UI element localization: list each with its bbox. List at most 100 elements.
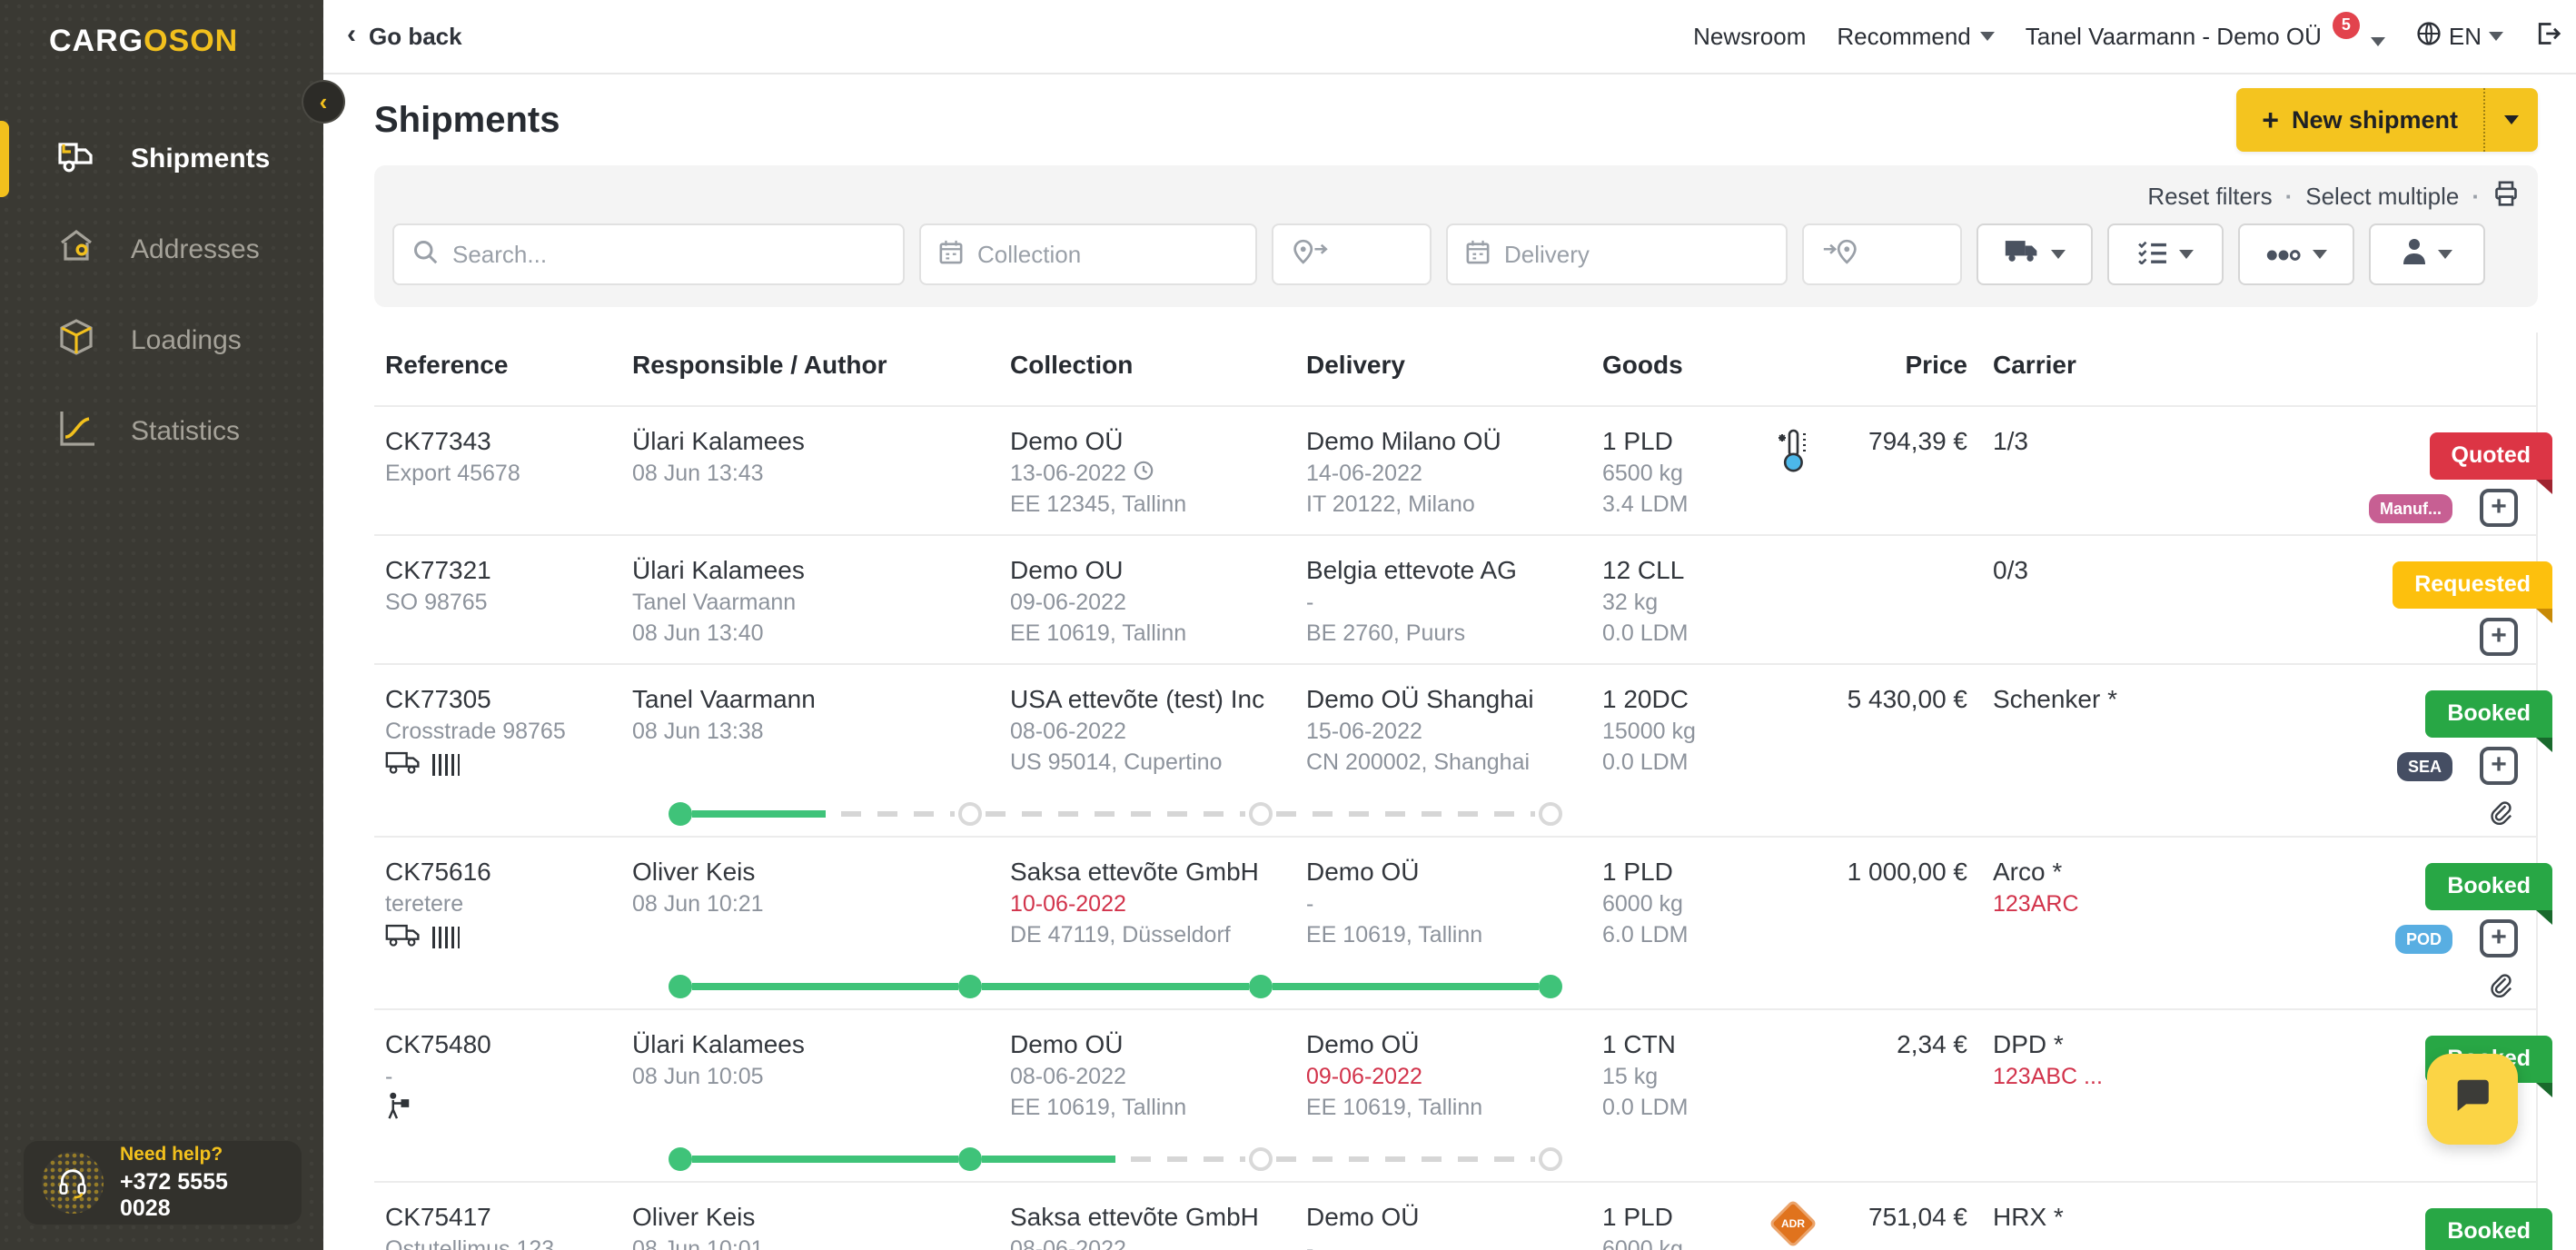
cell-carrier: 1/3 (1967, 425, 2182, 520)
user-menu[interactable]: Tanel Vaarmann - Demo OÜ 5 (2026, 23, 2385, 51)
page-head: Shipments + New shipment (374, 89, 2538, 151)
collection-address: EE 10619, Tallinn (1010, 1092, 1295, 1123)
logout-icon[interactable] (2534, 21, 2561, 53)
delivery-date: - (1306, 587, 1591, 618)
expand-row-button[interactable]: + (2480, 919, 2518, 957)
delivery-date-input[interactable] (1504, 241, 1768, 269)
delivery-date: - (1306, 888, 1591, 919)
notification-badge[interactable]: 5 (2333, 12, 2360, 39)
col-header-reference: Reference (374, 351, 621, 380)
sidebar-item-addresses[interactable]: Addresses (0, 204, 323, 295)
table-row[interactable]: CK77305 Crosstrade 98765 (374, 663, 2536, 836)
select-multiple-link[interactable]: Select multiple (2305, 183, 2459, 211)
page-title: Shipments (374, 100, 560, 141)
new-shipment-button[interactable]: + New shipment (2236, 88, 2483, 152)
paperclip-icon[interactable] (2489, 972, 2514, 1010)
reference[interactable]: CK77321 (385, 554, 621, 587)
reference[interactable]: CK77305 (385, 683, 621, 716)
newsroom-link[interactable]: Newsroom (1693, 23, 1806, 51)
reference[interactable]: CK75616 (385, 856, 621, 888)
cell-goods: 1 PLD 6000 kg 6.0 LDM (1591, 1201, 1748, 1250)
tag-badge[interactable]: POD (2395, 925, 2452, 954)
new-shipment-dropdown-toggle[interactable] (2483, 88, 2538, 152)
tag-badge[interactable]: Manuf... (2369, 494, 2452, 523)
reference[interactable]: CK75417 (385, 1201, 621, 1234)
expand-row-button[interactable]: + (2480, 618, 2518, 656)
sidebar-item-shipments[interactable]: Shipments (0, 114, 323, 204)
collection-location-field[interactable] (1272, 223, 1432, 285)
pin-arrow-right-icon (1292, 238, 1328, 272)
paperclip-icon[interactable] (2489, 799, 2514, 838)
mode-filter-dropdown[interactable] (2238, 223, 2354, 285)
col-header-price: Price (1828, 351, 1967, 380)
print-icon[interactable] (2492, 181, 2520, 213)
col-header-collection: Collection (999, 351, 1295, 380)
tag-badge[interactable]: SEA (2397, 752, 2452, 781)
delivery-name: Demo OÜ (1306, 1028, 1591, 1061)
delivery-date-field (1446, 223, 1788, 285)
app-root: CARGOSON Shipments (0, 0, 2576, 1250)
user-filter-dropdown[interactable] (2369, 223, 2485, 285)
created-at: 08 Jun 10:21 (632, 888, 999, 919)
status-badge[interactable]: Booked (2425, 690, 2552, 738)
table-row[interactable]: CK75417 Ostutellimus 123 (374, 1181, 2536, 1250)
search-input[interactable] (452, 241, 885, 269)
delivery-location-field[interactable] (1802, 223, 1962, 285)
goods-weight: 6000 kg (1602, 888, 1748, 919)
goods-ldm: 0.0 LDM (1602, 618, 1748, 649)
reference[interactable]: CK77343 (385, 425, 621, 458)
help-box[interactable]: Need help? +372 5555 0028 (24, 1141, 302, 1225)
table-row[interactable]: CK75616 teretere (374, 836, 2536, 1008)
reference[interactable]: CK75480 (385, 1028, 621, 1061)
status-badge[interactable]: Requested (2393, 561, 2552, 609)
go-back-button[interactable]: ‹ Go back (347, 23, 462, 51)
goods-ldm: 0.0 LDM (1602, 1092, 1748, 1123)
cell-price: 2,34 € (1828, 1028, 1967, 1123)
carrier: Schenker * (1993, 683, 2182, 716)
cell-status: Requested + (2182, 554, 2536, 649)
barcode-icon (432, 754, 460, 776)
reference-secondary: - (385, 1061, 621, 1092)
status-badge[interactable]: Booked (2425, 1208, 2552, 1250)
help-title: Need help? (120, 1144, 283, 1166)
carrier-reference[interactable]: 123ARC (1993, 888, 2182, 919)
status-badge[interactable]: Quoted (2430, 432, 2553, 480)
responsible: Ülari Kalamees (632, 1028, 999, 1061)
responsible: Ülari Kalamees (632, 554, 999, 587)
collection-date: 08-06-2022 (1010, 1061, 1295, 1092)
separator-dot: · (2472, 183, 2480, 211)
reset-filters-link[interactable]: Reset filters (2147, 183, 2272, 211)
recommend-menu[interactable]: Recommend (1837, 23, 1994, 51)
progress-dot (1539, 802, 1562, 826)
progress-segment (982, 974, 1248, 999)
sidebar-collapse-button[interactable]: ‹ (303, 82, 343, 122)
collection-date-alert: 10-06-2022 (1010, 888, 1295, 919)
cell-carrier: Arco * 123ARC (1967, 856, 2182, 950)
responsible: Ülari Kalamees (632, 425, 999, 458)
brand-logo[interactable]: CARGOSON (0, 0, 323, 59)
expand-row-button[interactable]: + (2480, 489, 2518, 527)
goods-qty: 1 PLD (1602, 856, 1748, 888)
status-badge[interactable]: Booked (2425, 863, 2552, 910)
chat-button[interactable] (2427, 1054, 2518, 1145)
cell-goods-icon (1748, 425, 1828, 520)
reference-secondary: SO 98765 (385, 587, 621, 618)
col-header-responsible: Responsible / Author (621, 351, 999, 380)
table-row[interactable]: CK77321 SO 98765 Ülari Kalamees Tanel Va… (374, 534, 2536, 663)
table-row[interactable]: CK77343 Export 45678 Ülari Kalamees 08 J… (374, 405, 2536, 534)
delivery-address: EE 10619, Tallinn (1306, 1092, 1591, 1123)
help-phone: +372 5555 0028 (120, 1169, 283, 1222)
carrier-reference[interactable]: 123ABC ... (1993, 1061, 2182, 1092)
status-filter-dropdown[interactable] (2107, 223, 2224, 285)
sidebar-item-statistics[interactable]: Statistics (0, 386, 323, 477)
language-menu[interactable]: EN (2416, 21, 2503, 53)
carrier-filter-dropdown[interactable] (1977, 223, 2093, 285)
delivery-name: Demo Milano OÜ (1306, 425, 1591, 458)
table-row[interactable]: CK75480 - (374, 1008, 2536, 1181)
sidebar-item-loadings[interactable]: Loadings (0, 295, 323, 386)
collection-date-input[interactable] (977, 241, 1237, 269)
truck-icon (54, 137, 98, 181)
shipment-progress (669, 1146, 1562, 1172)
expand-row-button[interactable]: + (2480, 747, 2518, 785)
created-at: 08 Jun 10:05 (632, 1061, 999, 1092)
